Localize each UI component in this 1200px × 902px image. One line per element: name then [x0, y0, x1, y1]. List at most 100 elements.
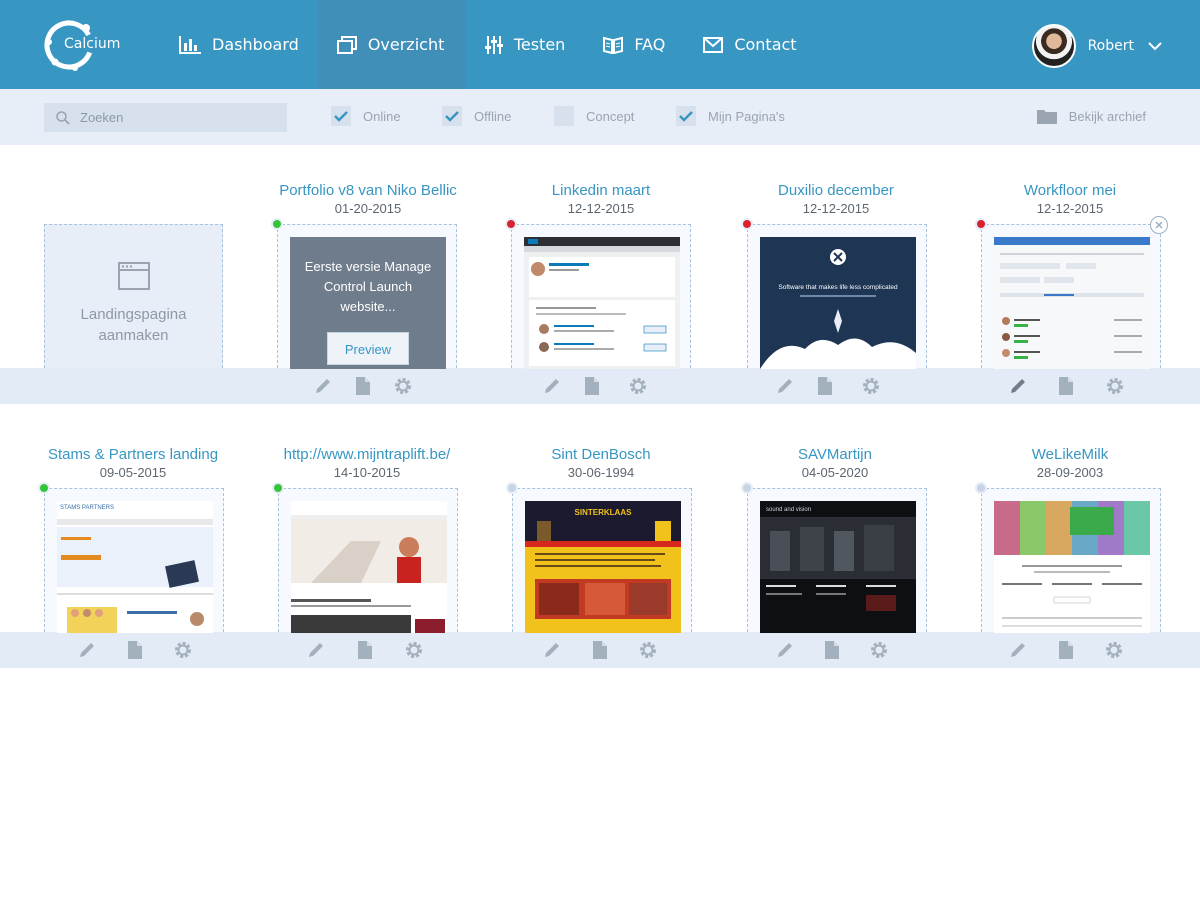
status-offline-dot	[741, 218, 753, 230]
pencil-icon	[1011, 643, 1025, 657]
settings-button[interactable]	[859, 640, 899, 660]
page-card[interactable]: SINTERKLAAS	[512, 488, 692, 633]
filter-offline[interactable]: Offline	[442, 106, 511, 126]
page-button[interactable]	[343, 376, 383, 396]
archive-link[interactable]: Bekijk archief	[1036, 108, 1146, 124]
filter-bar: Online Offline Concept Mijn Pagina's Bek…	[0, 89, 1200, 145]
card-title[interactable]: Stams & Partners landing	[13, 446, 253, 463]
card-title[interactable]: Duxilio december	[716, 182, 956, 199]
page-thumbnail[interactable]: STAMS PARTNERS	[57, 501, 213, 633]
filter-online[interactable]: Online	[331, 106, 401, 126]
status-online-dot	[272, 482, 284, 494]
page-button[interactable]	[1038, 640, 1094, 660]
settings-button[interactable]	[1094, 376, 1136, 396]
page-card[interactable]	[511, 224, 691, 369]
search-input[interactable]	[80, 110, 280, 125]
gear-icon	[863, 378, 879, 394]
document-icon	[825, 641, 839, 659]
settings-button[interactable]	[383, 376, 423, 396]
filter-mine[interactable]: Mijn Pagina's	[676, 106, 785, 126]
online-checkbox[interactable]	[331, 106, 351, 126]
page-card[interactable]: STAMS PARTNERS	[44, 488, 224, 633]
calcium-logo[interactable]: Calcium	[42, 18, 132, 72]
card-date: 04-05-2020	[801, 465, 869, 480]
pencil-icon	[545, 379, 559, 393]
edit-button[interactable]	[765, 376, 805, 396]
page-card[interactable]	[981, 488, 1161, 633]
page-thumbnail[interactable]	[994, 501, 1150, 633]
page-thumbnail[interactable]: sound and vision	[760, 501, 916, 633]
page-button[interactable]	[336, 640, 394, 660]
page-button[interactable]	[572, 640, 628, 660]
document-icon	[356, 377, 370, 395]
user-menu[interactable]: Robert	[1031, 24, 1162, 68]
settings-button[interactable]	[628, 640, 668, 660]
edit-button[interactable]	[765, 640, 805, 660]
brand-name: Calcium	[64, 36, 121, 52]
page-card[interactable]	[278, 488, 458, 633]
new-landing-page-card[interactable]: Landingspagina aanmaken	[44, 224, 223, 368]
card-date: 09-05-2015	[99, 465, 167, 480]
card-title[interactable]: Sint DenBosch	[481, 446, 721, 463]
page-card[interactable]: Eerste versie Manage Control Launch webs…	[277, 224, 457, 369]
page-thumbnail[interactable]: Software that makes life less complicate…	[760, 237, 916, 369]
page-thumbnail[interactable]	[994, 237, 1150, 369]
concept-label: Concept	[586, 108, 635, 124]
pencil-icon	[778, 643, 792, 657]
nav-testen[interactable]: Testen	[466, 0, 585, 89]
page-card[interactable]	[981, 224, 1161, 369]
page-button[interactable]	[107, 640, 163, 660]
filter-concept[interactable]: Concept	[554, 106, 634, 126]
search-box[interactable]	[44, 103, 287, 132]
edit-button[interactable]	[532, 376, 572, 396]
page-card[interactable]: sound and vision	[747, 488, 927, 633]
workfloor-thumbnail-image	[994, 237, 1150, 369]
settings-button[interactable]	[845, 376, 897, 396]
card-actions	[303, 376, 423, 396]
settings-button[interactable]	[612, 376, 664, 396]
card-title[interactable]: Workfloor mei	[950, 182, 1190, 199]
offline-checkbox[interactable]	[442, 106, 462, 126]
nav-overzicht[interactable]: Overzicht	[317, 0, 466, 89]
edit-button[interactable]	[998, 376, 1038, 396]
document-icon	[593, 641, 607, 659]
nav-faq[interactable]: FAQ	[584, 0, 684, 89]
check-icon	[334, 110, 348, 122]
page-thumbnail[interactable]	[524, 237, 680, 369]
card-title[interactable]: Portfolio v8 van Niko Bellic	[248, 182, 488, 199]
page-card[interactable]: Software that makes life less complicate…	[747, 224, 927, 369]
settings-button[interactable]	[1094, 640, 1134, 660]
pencil-icon	[316, 379, 330, 393]
offline-label: Offline	[474, 108, 512, 124]
page-button[interactable]	[805, 640, 859, 660]
pencil-icon	[309, 643, 323, 657]
card-actions	[67, 640, 203, 660]
document-icon	[128, 641, 142, 659]
nav-contact[interactable]: Contact	[684, 0, 815, 89]
card-title[interactable]: http://www.mijntraplift.be/	[247, 446, 487, 463]
mine-checkbox[interactable]	[676, 106, 696, 126]
page-button[interactable]	[1038, 376, 1094, 396]
card-title[interactable]: Linkedin maart	[481, 182, 721, 199]
edit-button[interactable]	[532, 640, 572, 660]
concept-checkbox[interactable]	[554, 106, 574, 126]
new-page-label-2: aanmaken	[98, 327, 169, 344]
page-thumbnail[interactable]: Eerste versie Manage Control Launch webs…	[290, 237, 446, 369]
edit-button[interactable]	[296, 640, 336, 660]
preview-button[interactable]: Preview	[327, 332, 409, 365]
settings-button[interactable]	[394, 640, 434, 660]
card-title[interactable]: WeLikeMilk	[950, 446, 1190, 463]
settings-button[interactable]	[163, 640, 203, 660]
edit-button[interactable]	[303, 376, 343, 396]
remove-card-button[interactable]	[1150, 216, 1168, 234]
edit-button[interactable]	[998, 640, 1038, 660]
nav-dashboard[interactable]: Dashboard	[160, 0, 318, 89]
edit-button[interactable]	[67, 640, 107, 660]
card-title[interactable]: SAVMartijn	[715, 446, 955, 463]
page-thumbnail[interactable]: SINTERKLAAS	[525, 501, 681, 633]
page-button[interactable]	[805, 376, 845, 396]
page-thumbnail[interactable]	[291, 501, 447, 633]
page-button[interactable]	[572, 376, 612, 396]
document-icon	[818, 377, 832, 395]
chevron-down-icon	[1148, 41, 1162, 50]
